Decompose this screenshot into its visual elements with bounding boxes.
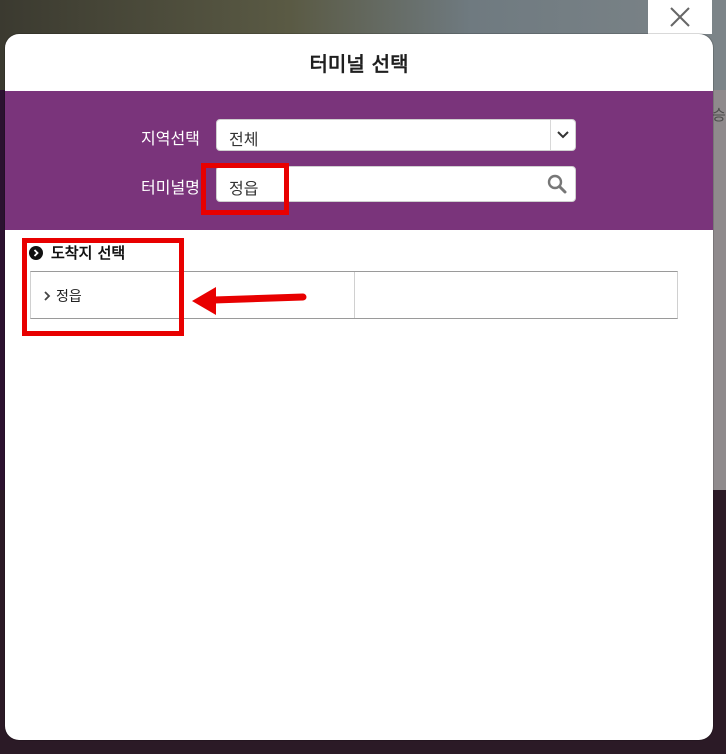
modal-title: 터미널 선택 [309,52,409,76]
region-select-value: 전체 [229,130,259,149]
background-right-strip: 승 [712,90,726,490]
close-button[interactable] [648,0,712,34]
region-label: 지역선택 [141,129,200,148]
result-cell-empty [355,272,677,318]
annotation-arrow-icon [192,287,307,315]
terminal-select-modal: 터미널 선택 지역선택 전체 터미널명 정읍 도착지 선택 정읍 [5,34,713,740]
close-icon [670,7,690,27]
highlight-box-input [201,163,289,215]
search-icon[interactable] [547,174,567,198]
chevron-down-icon[interactable] [550,120,575,150]
highlight-box-result [22,238,184,336]
background-text: 승 [712,106,726,124]
terminal-name-label: 터미널명 [141,178,200,197]
search-panel: 지역선택 전체 터미널명 정읍 [5,91,713,230]
region-select[interactable]: 전체 [216,119,576,151]
